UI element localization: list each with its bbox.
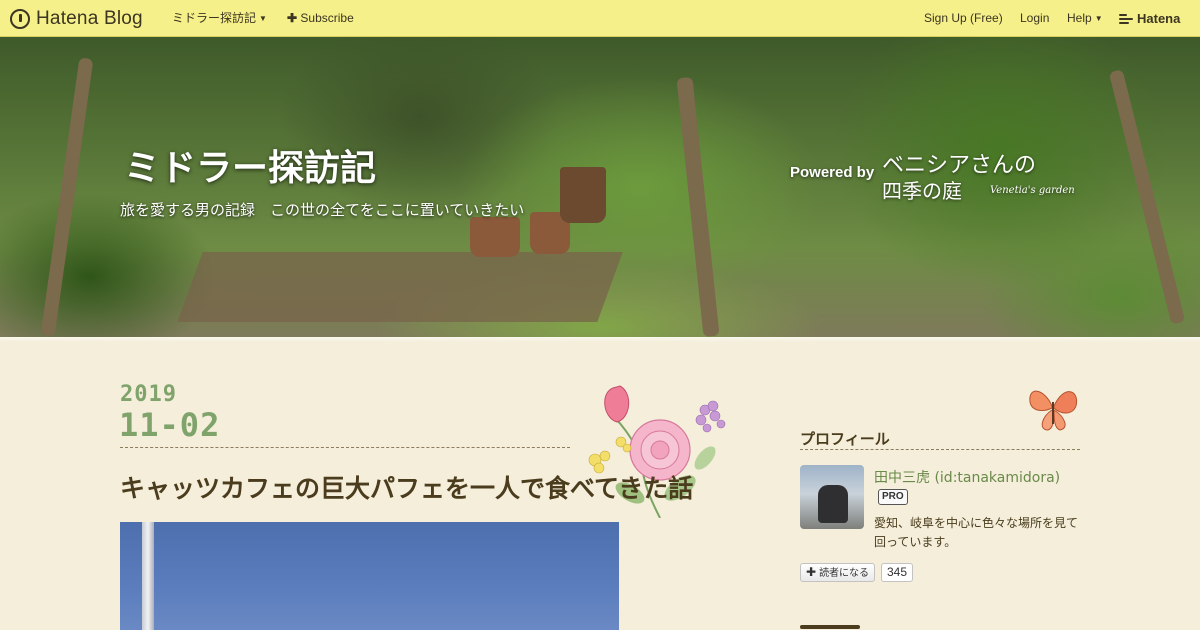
profile-heading: プロフィール <box>800 428 1080 450</box>
subscribe-button[interactable]: ✚ Subscribe <box>287 0 354 37</box>
plus-icon: ✚ <box>287 11 298 25</box>
date-divider <box>120 447 570 448</box>
plus-icon: ✚ <box>806 565 817 579</box>
hatena-blog-icon <box>10 8 30 29</box>
chevron-down-icon: ▼ <box>1094 14 1103 23</box>
pro-badge[interactable]: PRO <box>878 489 908 505</box>
butterfly-illustration <box>1029 390 1078 431</box>
help-dropdown[interactable]: Help ▼ <box>1067 0 1103 37</box>
hatena-mark-icon <box>1119 13 1133 24</box>
flower-pot <box>470 217 520 257</box>
blog-title[interactable]: ミドラー探訪記 <box>124 139 376 191</box>
wooden-deck <box>177 252 623 322</box>
global-header: Hatena Blog ミドラー探訪記 ▼ ✚ Subscribe Sign Up… <box>0 0 1200 37</box>
blog-menu-dropdown[interactable]: ミドラー探訪記 ▼ <box>172 0 267 37</box>
theme-name-line2: 四季の庭 <box>882 179 962 203</box>
banner-divider <box>0 337 1200 342</box>
hatena-logo[interactable]: Hatena <box>1119 0 1180 37</box>
blog-menu-label: ミドラー探訪記 <box>172 11 257 25</box>
reader-subscribe-button[interactable]: ✚ 読者になる <box>800 563 876 582</box>
entry-photo[interactable] <box>120 522 619 630</box>
hatena-blog-logo[interactable]: Hatena Blog <box>10 0 143 37</box>
next-sidebar-heading-partial <box>800 620 920 630</box>
theme-script: Venetia's garden <box>990 185 1075 196</box>
powered-by-label: Powered by <box>790 164 875 181</box>
avatar[interactable] <box>800 465 864 529</box>
tree-trunk <box>40 57 94 337</box>
tree-trunk <box>676 76 720 337</box>
profile-name-link[interactable]: 田中三虎 (id:tanakamidora) <box>874 467 1060 487</box>
subscribe-label: Subscribe <box>300 11 354 25</box>
help-label: Help <box>1067 11 1092 25</box>
brand-text: Hatena Blog <box>36 8 143 29</box>
subscriber-count[interactable]: 345 <box>881 563 914 582</box>
profile-description: 愛知、岐阜を中心に色々な場所を見て回っています。 <box>874 516 1079 549</box>
tree-trunk <box>1108 69 1186 325</box>
light-pole <box>142 522 154 630</box>
entry-date-month-day[interactable]: 11-02 <box>119 406 220 444</box>
blog-description: 旅を愛する男の記録 この世の全てをここに置いていきたい <box>120 201 525 219</box>
signup-link[interactable]: Sign Up (Free) <box>924 0 1003 37</box>
chevron-down-icon: ▼ <box>259 14 267 23</box>
blog-header-banner: ミドラー探訪記 旅を愛する男の記録 この世の全てをここに置いていきたい Powe… <box>0 37 1200 337</box>
motorcycle-rider <box>818 485 848 523</box>
reader-subscribe-label: 読者になる <box>819 568 870 579</box>
entry-title[interactable]: キャッツカフェの巨大パフェを一人で食べてきた話 <box>120 469 760 505</box>
hatena-label: Hatena <box>1137 11 1181 26</box>
entry-date-year: 2019 <box>120 382 177 407</box>
login-link[interactable]: Login <box>1020 0 1049 37</box>
barrel <box>560 167 606 223</box>
